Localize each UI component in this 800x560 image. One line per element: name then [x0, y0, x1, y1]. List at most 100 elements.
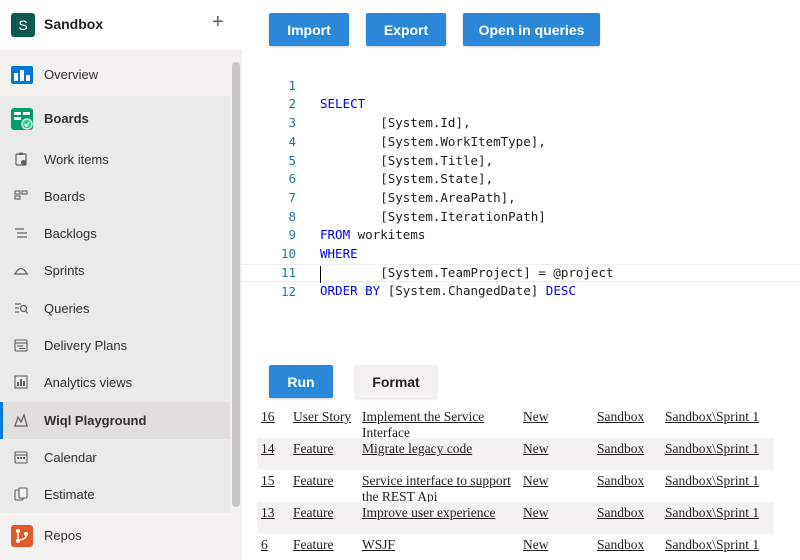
nav-label: Queries	[44, 301, 90, 316]
repos-icon	[11, 525, 33, 547]
code-line: 11 ORDER BY [System.ChangedDate] DESC	[242, 245, 800, 299]
nav-label: Sprints	[44, 263, 85, 278]
cell-state[interactable]: New	[523, 473, 583, 489]
sprint-icon	[14, 267, 28, 275]
nav-label: Analytics views	[44, 375, 133, 390]
cell-state[interactable]: New	[523, 409, 583, 425]
table-row: 13 Feature Improve user experience New S…	[257, 502, 774, 534]
nav-item-queries[interactable]: Queries	[0, 290, 230, 327]
code-line-current: 12	[242, 263, 800, 299]
nav-label: Boards	[44, 111, 89, 126]
line-number: 12	[280, 284, 296, 300]
calendar-icon	[14, 451, 28, 464]
nav-item-repos[interactable]: Repos	[0, 517, 230, 554]
project-header: S Sandbox +	[0, 0, 242, 50]
nav-label: Work items	[44, 152, 109, 167]
table-row: 6 Feature WSJF New Sandbox Sandbox\Sprin…	[257, 534, 774, 560]
code-line: 6 [System.AreaPath],	[242, 152, 800, 205]
cell-iteration[interactable]: Sandbox\Sprint 1	[665, 441, 765, 457]
overview-icon	[11, 66, 33, 84]
cell-area[interactable]: Sandbox	[597, 505, 667, 521]
code-text: ORDER BY [System.ChangedDate] DESC	[320, 282, 576, 301]
cell-iteration[interactable]: Sandbox\Sprint 1	[665, 473, 765, 489]
nav-label: Backlogs	[44, 226, 97, 241]
cell-title[interactable]: Improve user experience	[362, 505, 517, 521]
code-line: 5 [System.State],	[242, 133, 800, 187]
cell-area[interactable]: Sandbox	[597, 537, 667, 553]
open-in-queries-button[interactable]: Open in queries	[463, 13, 600, 46]
cell-type[interactable]: Feature	[293, 505, 359, 521]
add-icon[interactable]: +	[212, 10, 224, 34]
nav-item-sprints[interactable]: Sprints	[0, 252, 230, 289]
keyword: DESC	[545, 283, 576, 299]
code-line: 2 [System.Id],	[242, 77, 800, 130]
cell-title[interactable]: WSJF	[362, 537, 517, 553]
project-avatar[interactable]: S	[11, 13, 35, 37]
cell-area[interactable]: Sandbox	[597, 409, 667, 425]
nav-label: Boards	[44, 189, 86, 204]
active-indicator	[0, 402, 3, 439]
cell-type[interactable]: User Story	[293, 409, 359, 425]
nav-item-boards[interactable]: Boards	[0, 178, 230, 215]
run-button[interactable]: Run	[269, 365, 333, 398]
cell-area[interactable]: Sandbox	[597, 473, 667, 489]
nav-item-analytics-views[interactable]: Analytics views	[0, 364, 230, 401]
cell-title[interactable]: Migrate legacy code	[362, 441, 517, 457]
cell-title[interactable]: Service interface to support the REST Ap…	[362, 473, 517, 504]
nav-label: Repos	[44, 528, 82, 543]
cell-iteration[interactable]: Sandbox\Sprint 1	[665, 409, 765, 425]
cell-state[interactable]: New	[523, 505, 583, 521]
cell-id[interactable]: 16	[261, 409, 291, 425]
wiql-editor[interactable]: 1 SELECT 2 [System.Id], 3 [System.WorkIt…	[242, 56, 800, 299]
work-items-icon	[15, 152, 27, 166]
playground-icon	[14, 413, 28, 427]
nav-item-estimate[interactable]: Estimate	[0, 476, 230, 513]
text-cursor	[320, 265, 321, 283]
calendar-plan-icon	[14, 339, 28, 352]
table-row: 16 User Story Implement the Service Inte…	[257, 406, 774, 440]
table-row: 15 Feature Service interface to support …	[257, 470, 774, 504]
sidebar: S Sandbox + Overview Boards Work items B…	[0, 0, 242, 560]
cell-state[interactable]: New	[523, 441, 583, 457]
nav-item-delivery-plans[interactable]: Delivery Plans	[0, 327, 230, 364]
nav-item-wiql-playground[interactable]: Wiql Playground	[0, 402, 230, 439]
code-line: 4 [System.Title],	[242, 114, 800, 168]
code-line: 10 [System.TeamProject] = @project	[242, 226, 800, 280]
nav-item-backlogs[interactable]: Backlogs	[0, 215, 230, 252]
analytics-icon	[14, 375, 28, 389]
nav-item-calendar[interactable]: Calendar	[0, 439, 230, 476]
code-line: 1 SELECT	[242, 58, 800, 112]
export-button[interactable]: Export	[366, 13, 446, 46]
nav-label: Calendar	[44, 450, 97, 465]
boards-hub-icon	[11, 108, 33, 130]
code-line: 3 [System.WorkItemType],	[242, 95, 800, 149]
nav-label: Overview	[44, 67, 99, 82]
cell-id[interactable]: 15	[261, 473, 291, 489]
cell-type[interactable]: Feature	[293, 473, 359, 489]
sidebar-scrollbar-thumb[interactable]	[232, 62, 240, 507]
code-line: 7 [System.IterationPath]	[242, 170, 800, 224]
nav-item-boards-hub[interactable]: Boards	[0, 100, 230, 137]
query-icon	[15, 303, 28, 314]
nav-item-overview[interactable]: Overview	[0, 56, 230, 93]
cell-id[interactable]: 14	[261, 441, 291, 457]
cell-state[interactable]: New	[523, 537, 583, 553]
board-icon	[14, 190, 28, 200]
cell-id[interactable]: 13	[261, 505, 291, 521]
cell-id[interactable]: 6	[261, 537, 291, 553]
estimate-icon	[14, 487, 28, 501]
cell-type[interactable]: Feature	[293, 441, 359, 457]
backlog-icon	[15, 228, 27, 238]
import-button[interactable]: Import	[269, 13, 349, 46]
cell-iteration[interactable]: Sandbox\Sprint 1	[665, 505, 765, 521]
format-button[interactable]: Format	[355, 365, 437, 398]
nav-item-work-items[interactable]: Work items	[0, 141, 230, 178]
table-row: 14 Feature Migrate legacy code New Sandb…	[257, 438, 774, 470]
cell-type[interactable]: Feature	[293, 537, 359, 553]
cell-area[interactable]: Sandbox	[597, 441, 667, 457]
nav-label: Delivery Plans	[44, 338, 128, 353]
nav-label: Wiql Playground	[44, 413, 147, 428]
cell-title[interactable]: Implement the Service Interface	[362, 409, 517, 440]
cell-iteration[interactable]: Sandbox\Sprint 1	[665, 537, 765, 553]
project-name[interactable]: Sandbox	[44, 16, 103, 32]
